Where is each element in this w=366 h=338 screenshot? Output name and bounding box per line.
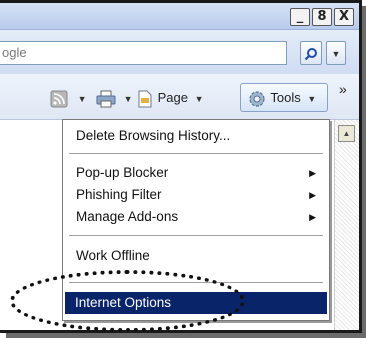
page-icon (138, 90, 152, 108)
minimize-button[interactable]: _ (290, 8, 310, 26)
chevron-down-icon: ▼ (194, 94, 204, 104)
chevron-down-icon: ▼ (331, 49, 341, 59)
maximize-button[interactable]: 8 (312, 8, 332, 26)
menu-item-label: Manage Add-ons (76, 209, 179, 224)
feeds-button[interactable]: ▼ (50, 87, 87, 109)
printer-icon (96, 90, 116, 108)
vertical-scrollbar[interactable] (334, 120, 359, 330)
menu-item-manage-add-ons[interactable]: Manage Add-ons ▶ (66, 206, 326, 228)
menu-item-popup-blocker[interactable]: Pop-up Blocker ▶ (66, 162, 326, 184)
menu-item-phishing-filter[interactable]: Phishing Filter ▶ (66, 184, 326, 206)
menu-separator (69, 153, 323, 154)
page-menu-button[interactable]: Page ▼ (136, 87, 204, 109)
maximize-icon: 8 (317, 9, 327, 24)
chevron-up-icon: ▲ (342, 129, 351, 138)
close-icon: X (338, 9, 350, 24)
tools-menu-button[interactable]: Tools ▼ (240, 83, 328, 112)
window-shadow-right (362, 6, 366, 333)
feed-icon (50, 90, 68, 108)
search-bar: ogle ▼ (0, 30, 359, 74)
search-button[interactable] (300, 41, 322, 65)
tools-label: Tools (270, 90, 301, 105)
menu-item-label: Phishing Filter (76, 187, 162, 202)
print-button[interactable]: ▼ (96, 87, 133, 109)
search-input[interactable]: ogle (0, 41, 287, 65)
scroll-up-button[interactable]: ▲ (338, 125, 355, 142)
menu-item-work-offline[interactable]: Work Offline (66, 245, 326, 267)
submenu-arrow-icon: ▶ (309, 190, 316, 200)
menu-item-label: Pop-up Blocker (76, 165, 169, 180)
menu-item-label: Delete Browsing History... (76, 128, 231, 143)
submenu-arrow-icon: ▶ (309, 212, 316, 222)
title-bar: _ 8 X (0, 3, 359, 30)
highlight-annotation (10, 270, 245, 332)
menu-separator (69, 235, 323, 236)
gear-icon (249, 90, 265, 107)
minimize-icon: _ (296, 9, 304, 24)
page-label: Page (157, 90, 188, 105)
chevron-down-icon: ▼ (77, 94, 87, 104)
window-shadow-bottom (6, 333, 366, 338)
close-button[interactable]: X (334, 8, 354, 26)
menu-item-delete-browsing-history[interactable]: Delete Browsing History... (66, 125, 326, 147)
search-icon (304, 47, 317, 60)
chevron-down-icon: ▼ (123, 94, 133, 104)
command-bar: ▼ ▼ Page ▼ Tools ▼ » (0, 74, 359, 120)
chevron-down-icon: ▼ (307, 94, 317, 104)
search-options-button[interactable]: ▼ (326, 41, 346, 65)
toolbar-overflow-button[interactable]: » (339, 78, 347, 100)
chevron-right-icon: » (339, 81, 347, 97)
menu-item-label: Work Offline (76, 248, 150, 263)
submenu-arrow-icon: ▶ (309, 168, 316, 178)
